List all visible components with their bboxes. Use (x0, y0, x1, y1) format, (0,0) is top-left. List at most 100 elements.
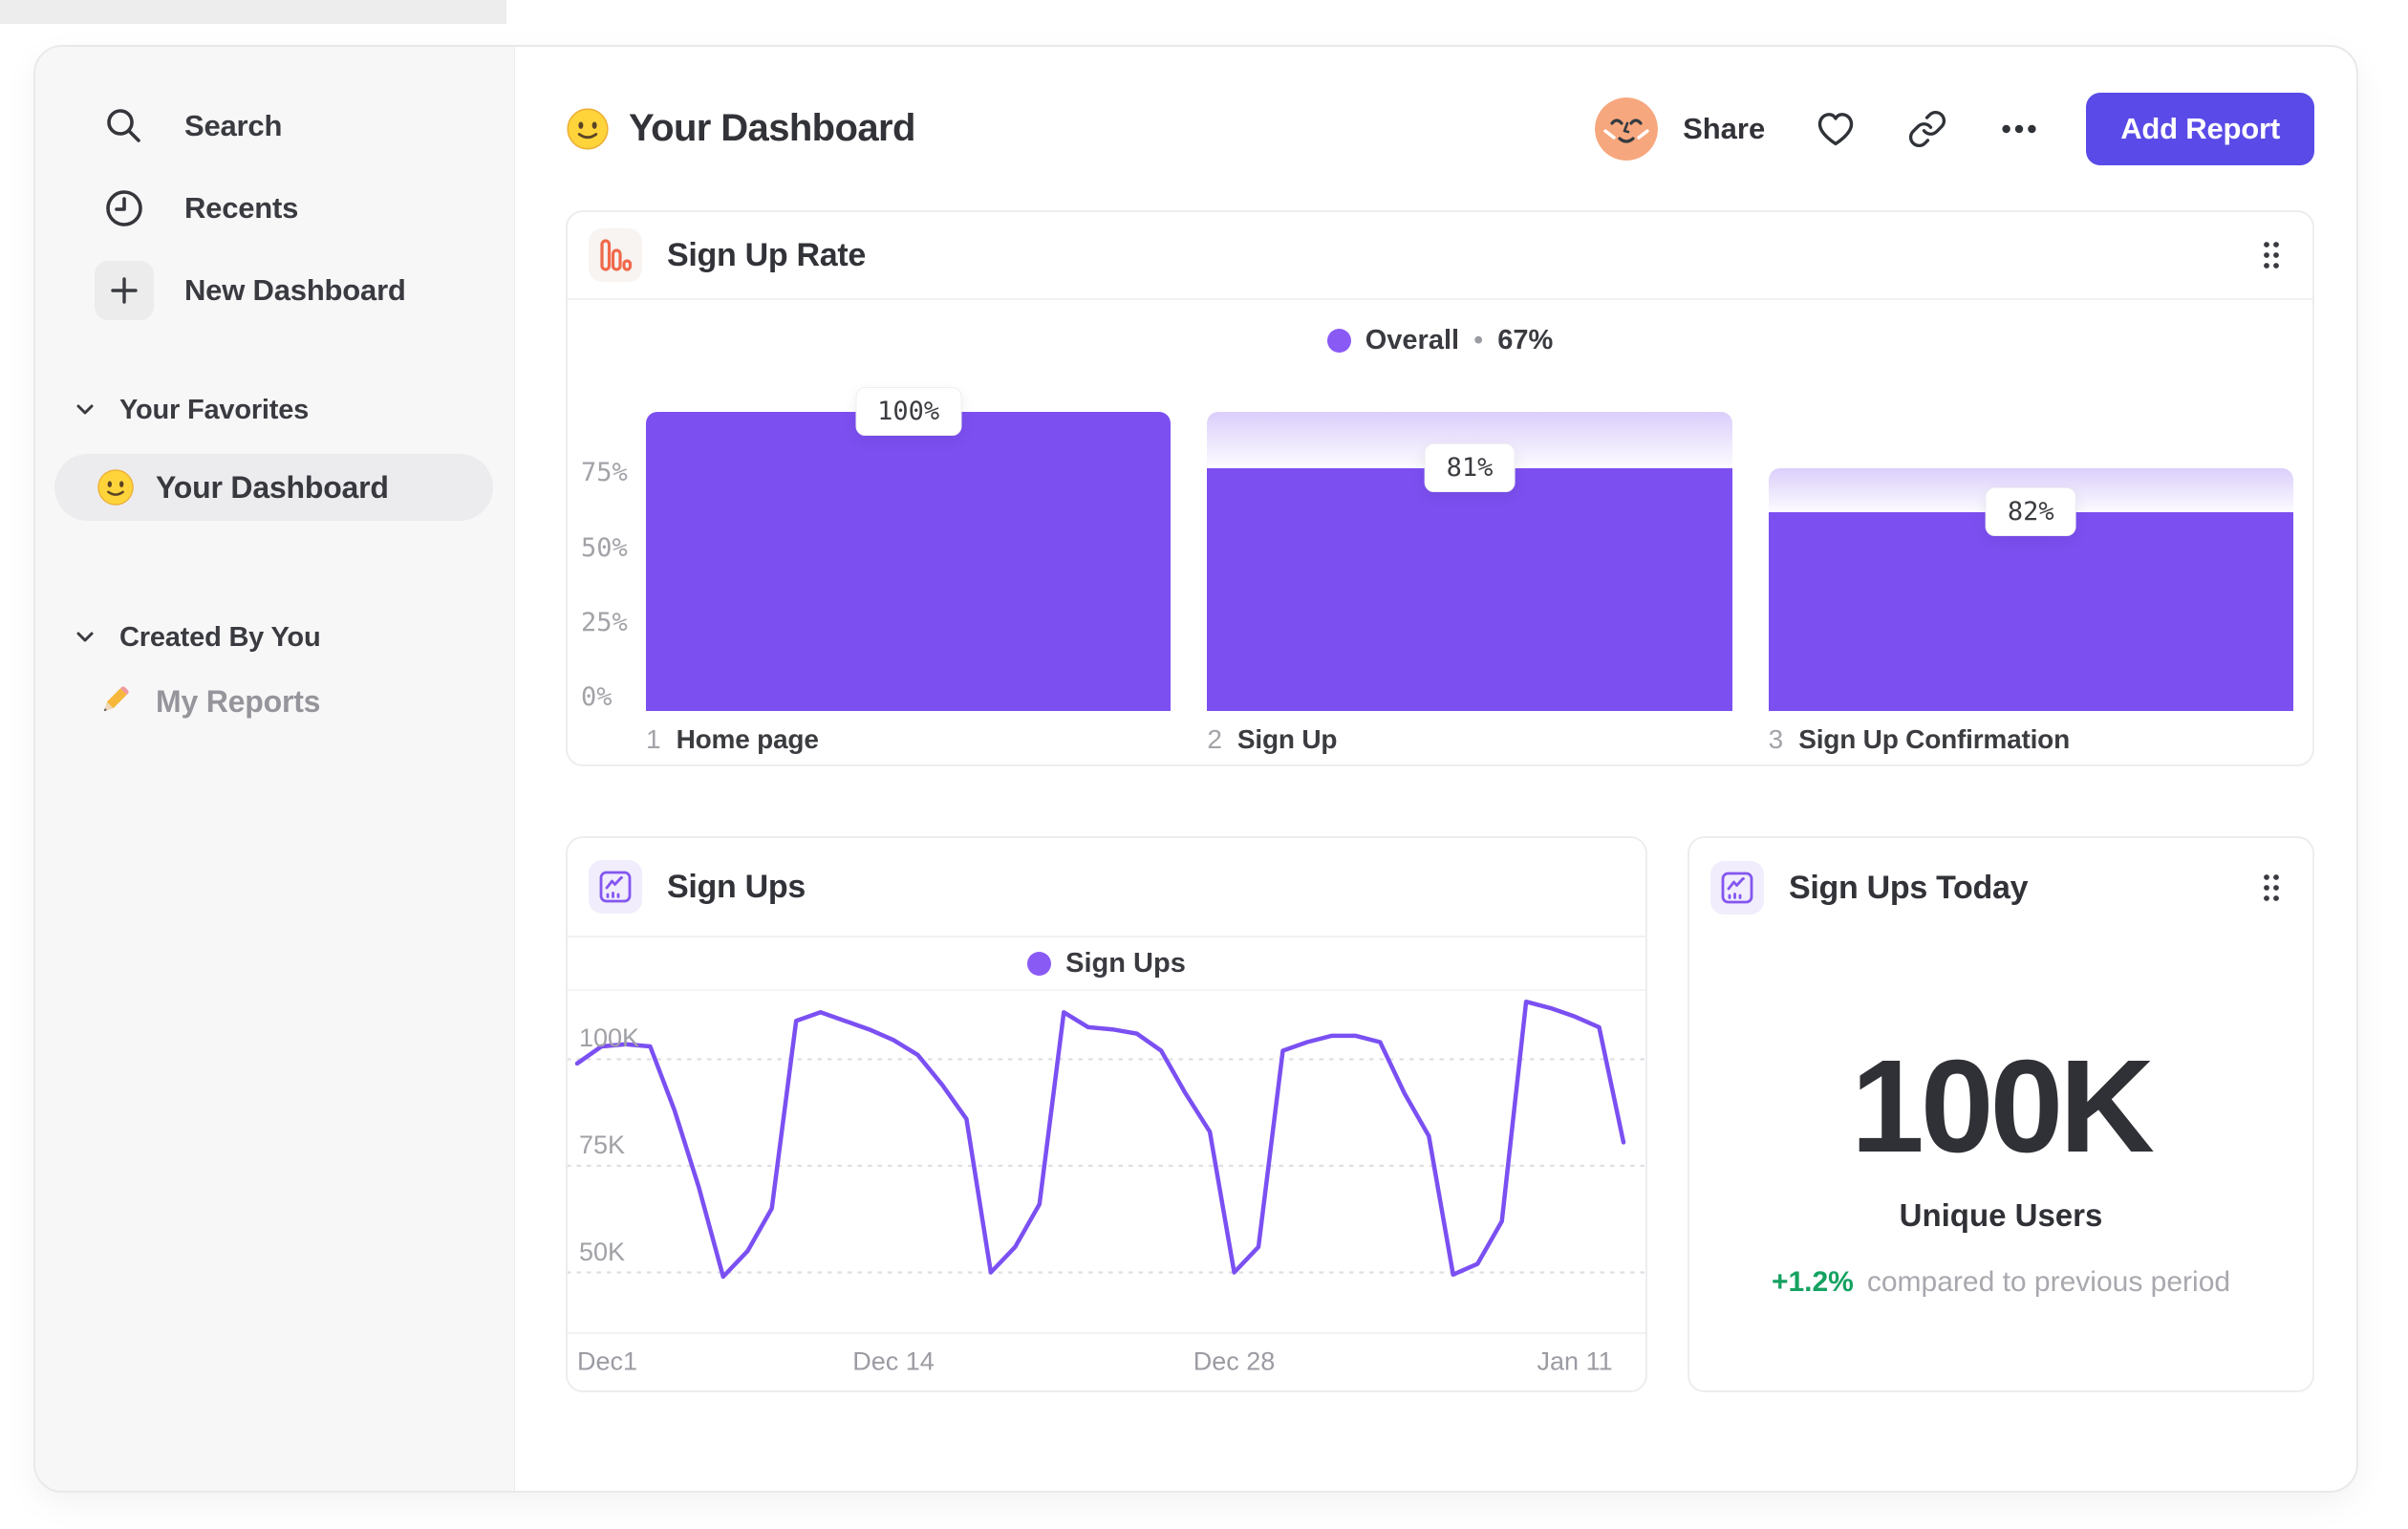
sidebar-item-label: New Dashboard (184, 273, 406, 307)
sidebar-item-search[interactable]: Search (54, 85, 493, 167)
funnel-bar-fill (646, 412, 1172, 711)
funnel-bar-value: 100% (855, 387, 962, 436)
funnel-bar-fill (1207, 468, 1732, 711)
clock-icon (95, 179, 154, 238)
funnel-step-name: Sign Up (1236, 724, 1338, 754)
sidebar-item-label: My Reports (156, 683, 321, 719)
sign-up-rate-card-header: Sign Up Rate (568, 212, 2312, 300)
legend-label: Overall (1365, 325, 1460, 355)
chevron-down-icon (74, 628, 97, 647)
line-y-tick: 75K (579, 1130, 626, 1159)
sidebar-item-your-dashboard[interactable]: Your Dashboard (54, 454, 493, 521)
stat-comparison: compared to previous period (1866, 1266, 2231, 1298)
plus-icon (95, 261, 154, 320)
sidebar-item-label: Your Dashboard (156, 469, 389, 505)
smiley-emoji-icon (97, 468, 135, 506)
line-x-tick: Dec1 (577, 1346, 638, 1375)
stat-label: Unique Users (1899, 1197, 2103, 1233)
funnel-step-index: 2 (1207, 724, 1222, 754)
legend-label: Sign Ups (1065, 947, 1186, 979)
sidebar-item-my-reports[interactable]: My Reports (54, 668, 493, 735)
funnel-bar[interactable]: 82% (1768, 412, 2293, 711)
line-y-tick: 100K (579, 1023, 640, 1053)
dashboard-header: Your Dashboard Share Add Report (566, 47, 2314, 210)
funnel-y-tick: 75% (581, 458, 628, 488)
dashboard-title-wrap: Your Dashboard (566, 107, 915, 151)
funnel-plot: 75% 50% 25% 0% 100% 81% 82% (568, 381, 2312, 712)
funnel-bar-value: 81% (1424, 443, 1516, 493)
stat-body: 100K Unique Users +1.2% compared to prev… (1689, 1041, 2312, 1299)
user-avatar[interactable] (1595, 97, 1659, 161)
chevron-down-icon (74, 400, 97, 420)
line-plot: 100K 75K 50K (568, 991, 1645, 1332)
section-title: Created By You (119, 621, 321, 653)
funnel-y-tick: 25% (581, 607, 628, 637)
sign-ups-line-series[interactable] (574, 999, 1626, 1280)
bottom-row: Sign Ups Sign Ups 100K 75K 50K Dec1 Dec 14 D… (566, 836, 2314, 1392)
sidebar: Search Recents New Dashboard Your Favori… (35, 47, 515, 1491)
search-icon (95, 97, 154, 156)
funnel-step-label: 3 Sign Up Confirmation (1769, 724, 2293, 755)
funnel-bars: 100% 81% 82% (646, 387, 2293, 711)
sidebar-item-new-dashboard[interactable]: New Dashboard (54, 249, 493, 332)
line-x-tick: Dec 14 (852, 1346, 935, 1375)
funnel-bar-value: 82% (1985, 487, 2076, 537)
funnel-chart-icon (589, 228, 642, 282)
section-title: Your Favorites (119, 394, 310, 425)
funnel-step-name: Home page (676, 724, 819, 754)
window-top-strip (0, 0, 506, 24)
funnel-step-label: 2 Sign Up (1207, 724, 1731, 755)
line-chart-icon (1710, 861, 1764, 915)
pencil-emoji-icon (97, 682, 135, 721)
drag-handle-icon[interactable] (2257, 870, 2286, 906)
legend-dot-icon (1027, 951, 1052, 976)
more-options-button[interactable] (1998, 108, 2040, 150)
sign-ups-today-card: Sign Ups Today 100K Unique Users +1.2% c… (1688, 836, 2314, 1392)
sign-up-rate-card: Sign Up Rate Overall • 67% 75% 50% 25% 0% 1… (566, 210, 2314, 766)
share-button[interactable]: Share (1683, 112, 1765, 146)
stat-delta-row: +1.2% compared to previous period (1689, 1266, 2312, 1299)
line-x-tick: Dec 28 (1193, 1346, 1276, 1375)
page-title: Your Dashboard (629, 107, 915, 149)
copy-link-button[interactable] (1906, 108, 1948, 150)
line-x-tick: Jan 11 (1537, 1346, 1613, 1375)
sidebar-item-recents[interactable]: Recents (54, 167, 493, 249)
funnel-bar-fill (1768, 512, 2293, 711)
funnel-bar[interactable]: 81% (1207, 412, 1732, 711)
app-window: Search Recents New Dashboard Your Favori… (33, 45, 2358, 1493)
funnel-y-tick: 0% (581, 682, 613, 712)
legend-value: 67% (1497, 325, 1554, 355)
header-actions: Share Add Report (1595, 92, 2314, 165)
legend-separator: • (1473, 325, 1484, 355)
line-chart-svg (568, 999, 1645, 1280)
funnel-legend: Overall • 67% (568, 300, 2312, 381)
sign-ups-card-header: Sign Ups (568, 838, 1645, 937)
sidebar-item-label: Recents (184, 191, 299, 225)
sidebar-item-label: Search (184, 109, 283, 142)
funnel-step-name: Sign Up Confirmation (1798, 724, 2070, 754)
card-title: Sign Ups (667, 868, 806, 905)
favorite-heart-button[interactable] (1815, 108, 1857, 150)
stat-delta: +1.2% (1771, 1266, 1854, 1298)
card-title: Sign Ups Today (1789, 869, 2029, 906)
sign-ups-today-card-header: Sign Ups Today (1689, 838, 2312, 937)
sidebar-section-created-by-you[interactable]: Created By You (54, 613, 493, 662)
sign-ups-card: Sign Ups Sign Ups 100K 75K 50K Dec1 Dec 14 D… (566, 836, 1647, 1392)
line-legend: Sign Ups (568, 937, 1645, 991)
funnel-step-index: 3 (1768, 724, 1784, 754)
card-title: Sign Up Rate (667, 236, 866, 273)
sidebar-section-favorites[interactable]: Your Favorites (54, 385, 493, 435)
line-x-axis: Dec1 Dec 14 Dec 28 Jan 11 (568, 1332, 1645, 1389)
funnel-y-tick: 50% (581, 532, 628, 563)
smiley-emoji-icon (566, 107, 610, 151)
funnel-step-index: 1 (646, 724, 661, 754)
funnel-bar-column (646, 412, 1172, 711)
add-report-button[interactable]: Add Report (2086, 92, 2314, 165)
legend-dot-icon (1326, 329, 1351, 353)
funnel-x-labels: 1 Home page 2 Sign Up 3 Sign Up Confirmation (568, 711, 2312, 755)
line-y-tick: 50K (579, 1237, 626, 1266)
funnel-bar[interactable]: 100% (646, 387, 1172, 711)
line-chart-icon (589, 860, 642, 914)
main-content: Your Dashboard Share Add Report Sign Up … (515, 47, 2356, 1491)
drag-handle-icon[interactable] (2257, 237, 2286, 273)
